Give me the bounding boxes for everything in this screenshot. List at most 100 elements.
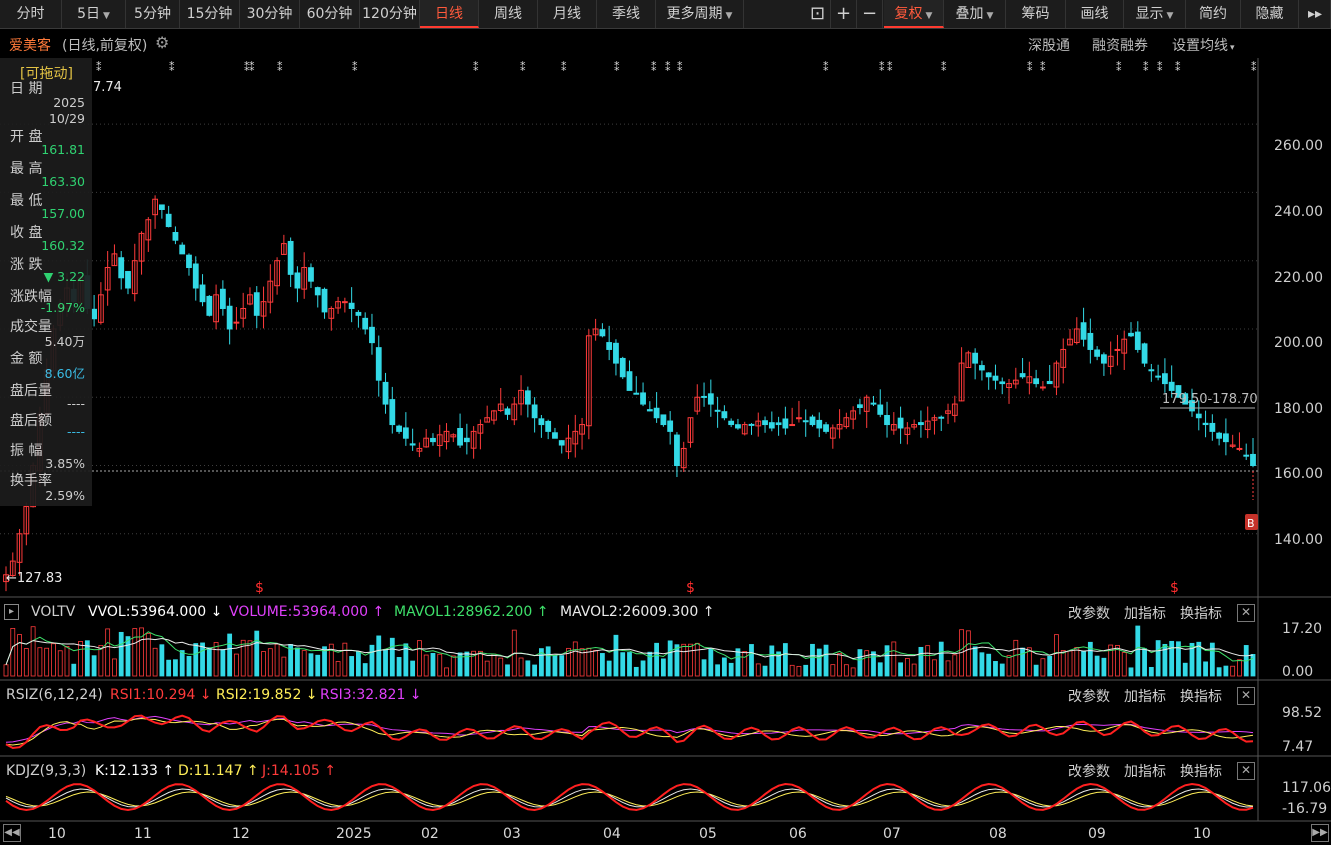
candle-body xyxy=(992,375,999,381)
candle-body xyxy=(633,392,640,395)
candle-body xyxy=(1195,413,1202,419)
candle-body xyxy=(606,342,613,350)
candle-body xyxy=(341,301,348,304)
volume-bar xyxy=(837,653,842,677)
volume-bar xyxy=(247,640,253,677)
close-icon[interactable]: ✕ xyxy=(1237,604,1255,622)
scroll-left-icon[interactable]: ◀◀ xyxy=(3,824,21,842)
volume-bar xyxy=(559,655,565,677)
candle-body xyxy=(782,418,789,429)
info-value: 163.30 xyxy=(41,174,85,189)
candle-body xyxy=(402,427,409,439)
volume-bar xyxy=(267,648,273,677)
rsi-axis-label: 7.47 xyxy=(1282,739,1314,755)
info-value: 5.40万 xyxy=(44,334,85,349)
chart-canvas[interactable]: ⁑ ⁑ ⁑ ⁑ ⁑ ⁑ ⁑ ⁑ ⁑ ⁑ ⁑ ⁑ ⁑ ⁑ ⁑ ⁑ ⁑ ⁑ ⁑ ⁑ ⁑ ⁑ ⁑ ⁑$ $ $←127.837.7417… xyxy=(0,0,1331,845)
volume-bar xyxy=(884,645,890,677)
price-axis-label: 240.00 xyxy=(1274,204,1323,220)
candle-body xyxy=(1209,422,1216,432)
event-marker-icon: ⁑ xyxy=(561,61,567,74)
volume-bar xyxy=(1223,665,1229,677)
candle-body xyxy=(985,372,992,378)
indicator-modify-button[interactable]: 改参数 xyxy=(1068,686,1110,706)
indicator-swap-button[interactable]: 换指标 xyxy=(1180,761,1222,781)
event-marker-icon: ⁑ xyxy=(169,61,175,74)
volume-bar xyxy=(498,657,504,677)
vol-axis-label: 0.00 xyxy=(1282,664,1314,680)
info-label: 换手率 xyxy=(10,473,52,489)
event-marker-icon: ⁑ xyxy=(941,61,947,74)
volume-bar xyxy=(850,667,856,677)
rsi-title[interactable]: RSIZ(6,12,24) xyxy=(6,684,103,706)
event-marker-icon: ⁑ xyxy=(1040,61,1046,74)
indicator-modify-button[interactable]: 改参数 xyxy=(1068,603,1110,623)
volume-bar xyxy=(762,665,768,677)
volume-bar xyxy=(1135,625,1141,677)
volume-bar xyxy=(1128,667,1134,677)
event-marker-icon: ⁑ xyxy=(249,61,255,74)
candle-body xyxy=(158,204,165,210)
close-icon[interactable]: ✕ xyxy=(1237,762,1255,780)
indicator-add-button[interactable]: 加指标 xyxy=(1124,686,1166,706)
volume-bar xyxy=(1203,661,1208,677)
volume-bar xyxy=(139,627,144,677)
month-label: 04 xyxy=(603,826,621,842)
candle-body xyxy=(721,411,728,419)
volume-bar xyxy=(620,652,626,677)
month-label: 10 xyxy=(1193,826,1211,842)
candle-body xyxy=(809,416,816,426)
candle-body xyxy=(504,408,511,415)
indicator-swap-button[interactable]: 换指标 xyxy=(1180,686,1222,706)
volume-bar xyxy=(369,644,375,677)
high-price-label: 7.74 xyxy=(93,80,122,95)
kdj-axis-label: 117.06 xyxy=(1282,780,1331,796)
indicator-swap-button[interactable]: 换指标 xyxy=(1180,603,1222,623)
volume-bar xyxy=(552,654,558,677)
vol-expand-icon[interactable]: ▸ xyxy=(4,604,19,620)
volume-bar xyxy=(71,663,77,677)
indicator-modify-button[interactable]: 改参数 xyxy=(1068,761,1110,781)
volume-bar xyxy=(159,644,165,677)
candle-body xyxy=(870,402,877,405)
volume-bar xyxy=(145,633,151,677)
volume-bar xyxy=(335,661,341,677)
scroll-right-icon[interactable]: ▶▶ xyxy=(1311,824,1329,842)
volume-bar xyxy=(1237,659,1242,677)
kdj-title[interactable]: KDJZ(9,3,3) xyxy=(6,760,86,782)
candle-body xyxy=(775,422,782,426)
close-icon[interactable]: ✕ xyxy=(1237,687,1255,705)
volume-bar xyxy=(383,649,388,677)
indicator-add-button[interactable]: 加指标 xyxy=(1124,603,1166,623)
indicator-add-button[interactable]: 加指标 xyxy=(1124,761,1166,781)
volume-bar xyxy=(1067,650,1073,677)
candle-body xyxy=(1148,369,1155,372)
volume-bar xyxy=(789,664,795,677)
candle-body xyxy=(409,443,416,446)
info-label: 日 期 xyxy=(10,81,43,97)
month-label: 08 xyxy=(989,826,1007,842)
candle-body xyxy=(1161,373,1168,385)
volume-bar xyxy=(57,650,63,677)
candle-body xyxy=(355,311,362,316)
rsi1-line xyxy=(5,714,1254,750)
volume-bar xyxy=(315,654,321,677)
volume-bar xyxy=(925,645,931,677)
volume-bar xyxy=(356,651,361,677)
vol-title[interactable]: VOLTV xyxy=(31,601,75,623)
event-marker-icon: ⁑ xyxy=(1175,61,1181,74)
volume-bar xyxy=(51,643,56,677)
month-label: 09 xyxy=(1088,826,1106,842)
candle-body xyxy=(979,365,985,371)
candle-body xyxy=(599,329,606,337)
price-range-label: 179.50-178.70 xyxy=(1162,392,1258,407)
volume-bar xyxy=(871,651,876,677)
volume-bar xyxy=(769,645,775,677)
volume-bar xyxy=(254,630,260,677)
info-value: 2025 xyxy=(53,95,85,110)
candle-body xyxy=(796,417,802,420)
data-info-panel[interactable]: [可拖动] 日 期 2025 10/29 开 盘 161.81 最 高 163.30 最 低1… xyxy=(0,58,92,506)
volume-bar xyxy=(667,640,673,677)
dividend-marker-icon: $ xyxy=(255,580,264,596)
candle-body xyxy=(1250,453,1256,467)
candle-body xyxy=(125,271,131,289)
